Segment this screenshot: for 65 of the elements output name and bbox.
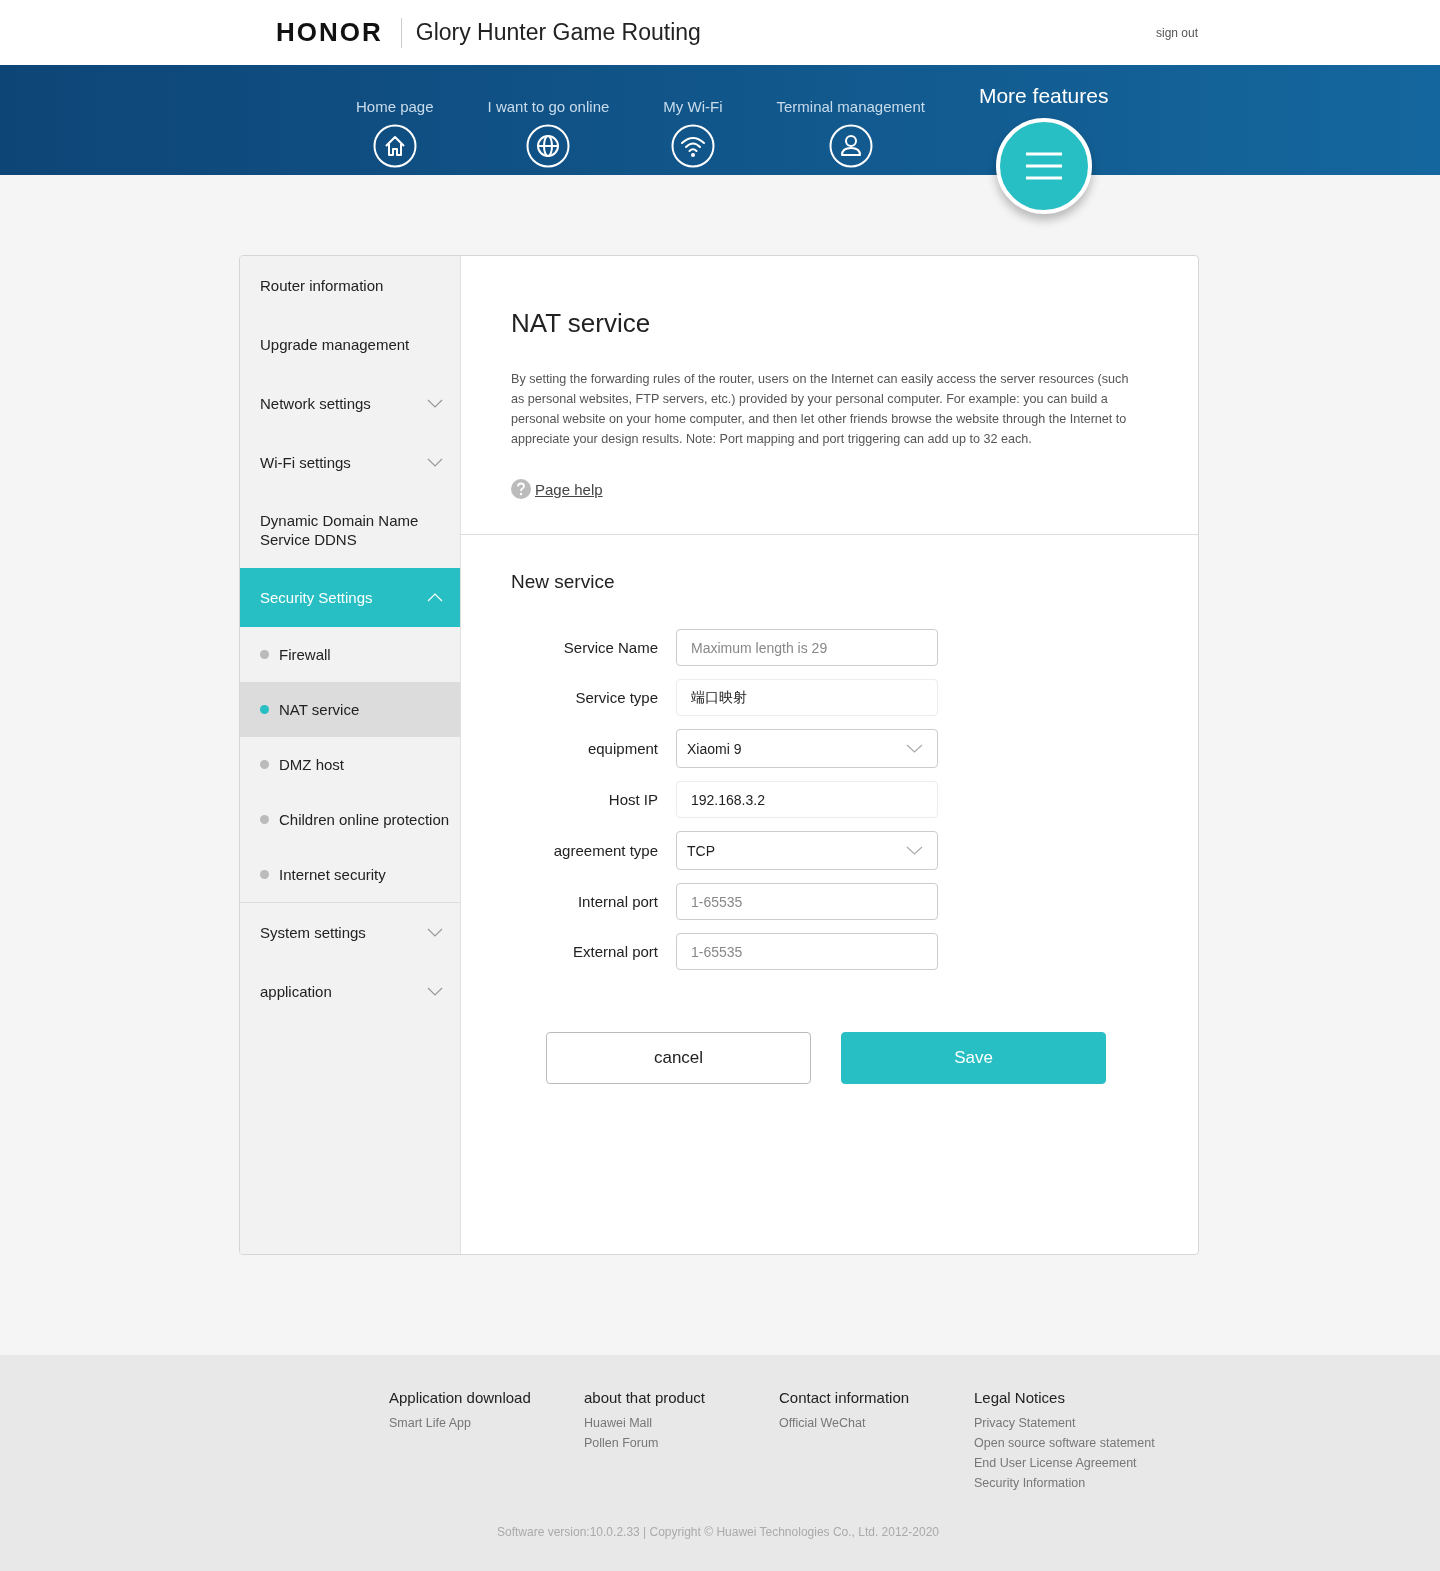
sidebar-group[interactable]: Network settings — [240, 374, 460, 433]
sidebar-subitem[interactable]: DMZ host — [240, 737, 460, 792]
sign-out-link[interactable]: sign out — [1155, 25, 1198, 40]
footer-link[interactable]: Privacy Statement — [974, 1413, 1076, 1433]
dropdown-field[interactable]: TCP — [676, 831, 938, 870]
footer-link[interactable]: Official WeChat — [779, 1413, 866, 1433]
sidebar-subitem[interactable]: Children online protection — [240, 792, 460, 847]
field-label: equipment — [586, 740, 658, 757]
person-icon — [828, 124, 873, 168]
nav-tab[interactable]: My Wi-Fi — [663, 65, 723, 168]
sidebar-subitem[interactable]: Internet security — [240, 847, 460, 902]
field-label: Internal port — [576, 893, 658, 910]
field-label: agreement type — [552, 842, 658, 859]
sidebar-item[interactable]: Upgrade management — [240, 315, 460, 374]
field-label: Service Name — [562, 639, 658, 656]
chevron-icon — [427, 987, 443, 996]
footer-link[interactable]: Smart Life App — [389, 1413, 471, 1433]
text-field[interactable]: Maximum length is 29 — [676, 629, 938, 666]
footer-heading: Contact information — [779, 1389, 910, 1406]
readonly-field: 端口映射 — [676, 679, 938, 716]
section-title: New service — [510, 570, 616, 593]
chevron-icon — [427, 458, 443, 467]
chevron-icon — [427, 399, 443, 408]
footer-heading: about that product — [584, 1389, 705, 1406]
footer-link[interactable]: Pollen Forum — [584, 1433, 659, 1453]
product-title: Glory Hunter Game Routing — [415, 19, 702, 46]
text-field[interactable]: 1-65535 — [676, 933, 938, 970]
menu-icon — [1025, 152, 1062, 180]
sidebar-item[interactable]: Router information — [240, 256, 460, 315]
help-icon — [511, 479, 531, 499]
cancel-button[interactable]: cancel — [546, 1032, 811, 1084]
readonly-field: 192.168.3.2 — [676, 781, 938, 818]
copyright-text: Software version:10.0.2.33 | Copyright © Huawei Technologies Co., Ltd. 2012-2020 — [497, 1525, 939, 1539]
sidebar-group[interactable]: System settings — [240, 903, 460, 962]
sidebar-subitem[interactable]: NAT service — [240, 682, 460, 737]
footer-link[interactable]: Security Information — [974, 1473, 1086, 1493]
caret-icon — [906, 744, 923, 753]
chevron-icon — [427, 928, 443, 937]
field-label: Service type — [574, 689, 658, 706]
dropdown-field[interactable]: Xiaomi 9 — [676, 729, 938, 768]
nav-tab[interactable]: More features — [978, 65, 1109, 214]
home-icon — [372, 124, 417, 168]
sidebar-group[interactable]: Wi-Fi settings — [240, 433, 460, 492]
chevron-icon — [427, 593, 443, 602]
nav-tab[interactable]: I want to go online — [487, 65, 610, 168]
page-help-link[interactable]: Page help — [535, 480, 603, 498]
footer-link[interactable]: Open source software statement — [974, 1433, 1155, 1453]
footer-link[interactable]: End User License Agreement — [974, 1453, 1137, 1473]
field-label: Host IP — [607, 791, 658, 808]
sidebar-item[interactable]: Dynamic Domain Name Service DDNS — [240, 492, 460, 568]
nav-tab[interactable]: Home page — [356, 65, 434, 168]
sidebar-group[interactable]: application — [240, 962, 460, 1021]
sidebar-subitem[interactable]: Firewall — [240, 627, 460, 682]
nav-tab[interactable]: Terminal management — [776, 65, 925, 168]
footer-heading: Legal Notices — [974, 1389, 1065, 1406]
text-field[interactable]: 1-65535 — [676, 883, 938, 920]
globe-icon — [526, 124, 571, 168]
description-text: By setting the forwarding rules of the router, users on the Internet can easily access the server resources (such as personal websites, FTP servers, etc.) provided by your personal computer. For example: you can build a personal website on your home computer, and then let other friends browse the website through the Internet to appreciate your design results. Note: Port mapping and port triggering can add up to 32 each. — [511, 371, 1130, 448]
brand-logo: HONOR — [276, 17, 383, 48]
field-label: External port — [571, 943, 658, 960]
page-title: NAT service — [511, 308, 652, 339]
wifi-icon — [670, 124, 715, 168]
footer-link[interactable]: Huawei Mall — [584, 1413, 653, 1433]
footer-heading: Application download — [389, 1389, 531, 1406]
caret-icon — [906, 846, 923, 855]
